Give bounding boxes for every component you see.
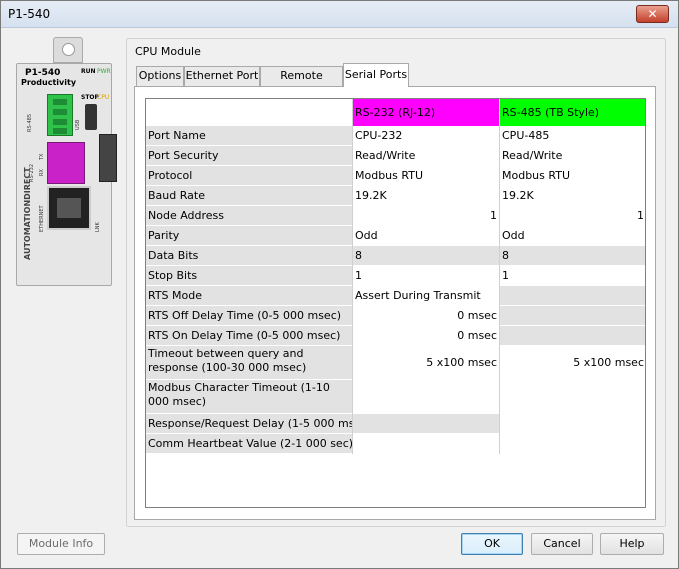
row-label: Stop Bits (146, 266, 353, 286)
title-bar: P1-540 ✕ (1, 1, 678, 28)
rs485-value-cell[interactable]: 5 x100 msec (500, 346, 645, 380)
ethernet-port (47, 186, 91, 230)
rs232-value-cell[interactable]: Read/Write (353, 146, 499, 166)
row-label: Port Security (146, 146, 353, 166)
run-label: RUN (81, 68, 96, 75)
usb-port-label: USB (75, 119, 81, 130)
row-label: Baud Rate (146, 186, 353, 206)
tab-options[interactable]: Options (136, 66, 184, 86)
rs485-value-cell[interactable]: 19.2K (500, 186, 645, 206)
lnk-label: LNK (95, 222, 101, 232)
cancel-button[interactable]: Cancel (531, 533, 593, 555)
rs485-value-cell[interactable]: 1 (500, 266, 645, 286)
rx-label: RX (39, 169, 45, 176)
column-separator (499, 99, 500, 454)
help-button[interactable]: Help (600, 533, 664, 555)
usb-port (85, 104, 97, 130)
row-label: Port Name (146, 126, 353, 146)
rs232-value-cell[interactable]: Modbus RTU (353, 166, 499, 186)
row-label: Parity (146, 226, 353, 246)
header-rs485: RS-485 (TB Style) (500, 99, 645, 126)
row-label: Response/Request Delay (1-5 000 msec) (146, 414, 353, 434)
rs485-value-cell[interactable] (500, 286, 645, 306)
module-info-button[interactable]: Module Info (17, 533, 105, 555)
rs485-value-cell[interactable]: 1 (500, 206, 645, 226)
rs232-value-cell[interactable]: 1 (353, 206, 499, 226)
device-model-label: P1-540 (25, 68, 61, 78)
rs485-value-cell[interactable] (500, 434, 645, 454)
rs485-value-cell[interactable] (500, 306, 645, 326)
header-corner (146, 99, 353, 126)
row-label: Node Address (146, 206, 353, 226)
mounting-tab (53, 37, 83, 63)
rs232-value-cell[interactable]: 19.2K (353, 186, 499, 206)
rs485-value-cell[interactable] (500, 326, 645, 346)
rs232-value-cell[interactable]: Assert During Transmit (353, 286, 499, 306)
rs232-value-cell[interactable] (353, 414, 499, 434)
rs232-value-cell[interactable]: 0 msec (353, 306, 499, 326)
rs485-value-cell[interactable]: CPU-485 (500, 126, 645, 146)
rs485-value-cell[interactable]: Modbus RTU (500, 166, 645, 186)
rs232-value-cell[interactable] (353, 380, 499, 414)
serial-port-grid: RS-232 (RJ-12) RS-485 (TB Style) Port Na… (145, 98, 646, 508)
close-icon: ✕ (647, 7, 658, 21)
tab-ethernet-port[interactable]: Ethernet Port (184, 66, 260, 86)
rs485-value-cell[interactable]: Read/Write (500, 146, 645, 166)
rs232-value-cell[interactable]: 0 msec (353, 326, 499, 346)
pwr-label: PWR (97, 68, 111, 75)
window-title: P1-540 (8, 7, 51, 21)
row-label: Comm Heartbeat Value (2-1 000 sec) (146, 434, 353, 454)
row-label: RTS On Delay Time (0-5 000 msec) (146, 326, 353, 346)
rs485-value-cell[interactable] (500, 414, 645, 434)
tab-serial-ports[interactable]: Serial Ports (343, 63, 409, 87)
rs485-terminal (47, 94, 73, 136)
ethernet-port-label: ETHERNET (39, 205, 45, 232)
rs232-value-cell[interactable] (353, 434, 499, 454)
device-brand-line: Productivity (21, 78, 77, 87)
close-button[interactable]: ✕ (636, 5, 669, 23)
cpu-label: CPU (97, 94, 110, 101)
row-label: RTS Off Delay Time (0-5 000 msec) (146, 306, 353, 326)
rs232-value-cell[interactable]: 8 (353, 246, 499, 266)
device-body: P1-540 Productivity RUN PWR STOP CPU RS-… (16, 63, 117, 286)
rs485-value-cell[interactable] (500, 380, 645, 414)
rs232-value-cell[interactable]: CPU-232 (353, 126, 499, 146)
rs232-port (47, 142, 85, 184)
header-rs232: RS-232 (RJ-12) (353, 99, 499, 126)
vertical-brand-label: AUTOMATIONDIRECT (23, 167, 32, 260)
group-title: CPU Module (135, 45, 201, 58)
label-separator (352, 99, 353, 454)
tab-remote-access[interactable]: Remote Access (260, 66, 343, 100)
rs232-value-cell[interactable]: 5 x100 msec (353, 346, 499, 380)
row-label: RTS Mode (146, 286, 353, 306)
row-label: Protocol (146, 166, 353, 186)
rs232-value-cell[interactable]: Odd (353, 226, 499, 246)
rs485-value-cell[interactable]: Odd (500, 226, 645, 246)
row-label: Timeout between query and response (100-… (146, 346, 353, 380)
ok-button[interactable]: OK (461, 533, 523, 555)
sd-slot (99, 134, 117, 182)
row-label: Modbus Character Timeout (1-10 000 msec) (146, 380, 353, 414)
dialog-window: P1-540 ✕ P1-540 Productivity RUN PWR STO… (0, 0, 679, 569)
rs232-value-cell[interactable]: 1 (353, 266, 499, 286)
device-image: P1-540 Productivity RUN PWR STOP CPU RS-… (16, 37, 117, 287)
row-label: Data Bits (146, 246, 353, 266)
rs485-port-label: RS-485 (27, 114, 33, 132)
tx-label: TX (39, 153, 45, 160)
rs485-value-cell[interactable]: 8 (500, 246, 645, 266)
